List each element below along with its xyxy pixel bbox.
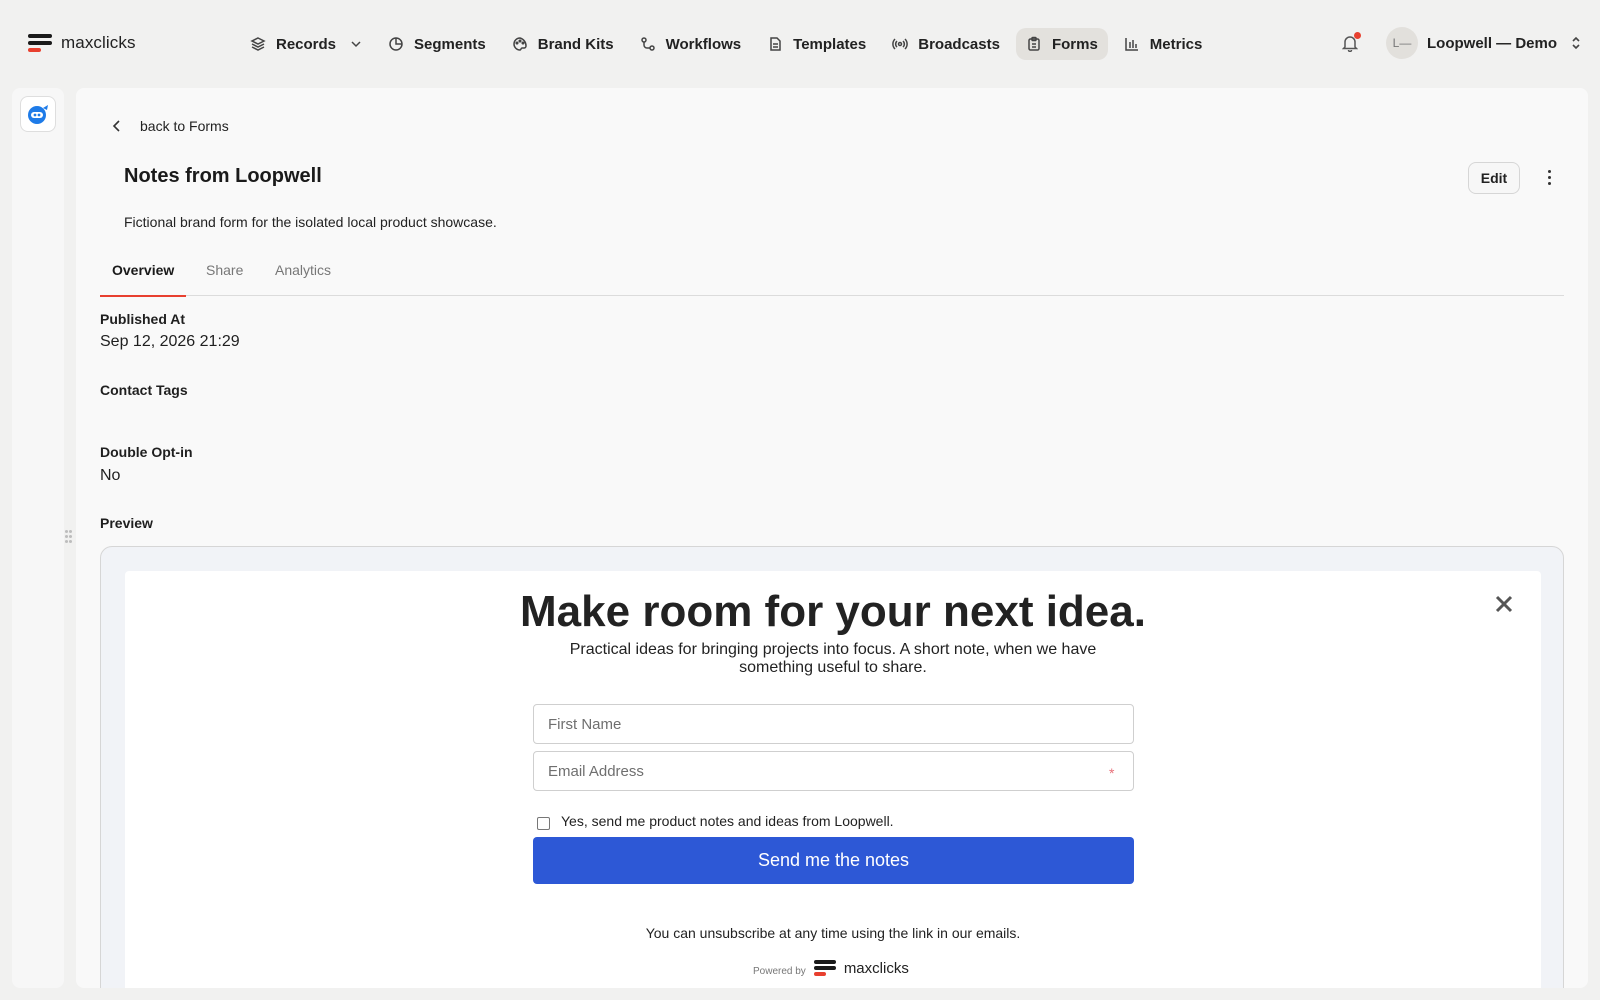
nav-workflows-label: Workflows	[665, 35, 742, 53]
nav-brand-kits[interactable]: Brand Kits	[502, 28, 624, 60]
email-field[interactable]	[533, 751, 1134, 791]
account-name: Loopwell — Demo	[1427, 34, 1558, 52]
nav-metrics-label: Metrics	[1149, 35, 1203, 53]
main-nav: Records Segments Brand Kits Workflows Te…	[240, 28, 1212, 60]
nav-segments-label: Segments	[414, 35, 486, 53]
document-icon	[770, 37, 781, 51]
nav-templates[interactable]: Templates	[757, 28, 876, 60]
powered-by-label: Powered by	[753, 965, 806, 977]
preview-label: Preview	[100, 515, 153, 531]
consent-checkbox[interactable]	[537, 817, 550, 830]
pie-icon	[389, 37, 403, 51]
tab-bar: Overview Share Analytics	[100, 256, 1564, 297]
avatar: L—	[1386, 27, 1418, 59]
preview-headline: Make room for your next idea.	[520, 587, 1146, 636]
form-preview-frame: Make room for your next idea. Practical …	[100, 546, 1564, 988]
tab-analytics[interactable]: Analytics	[275, 256, 331, 296]
chevron-down-icon	[351, 41, 361, 48]
tab-overview[interactable]: Overview	[100, 256, 187, 297]
required-asterisk: *	[1109, 765, 1115, 781]
powered-by-brand: maxclicks	[843, 959, 909, 977]
robot-mascot-icon	[28, 105, 48, 124]
nav-records[interactable]: Records	[240, 28, 372, 60]
back-label: back to Forms	[140, 118, 229, 134]
notifications-button[interactable]	[1341, 32, 1362, 54]
form-preview-card: Make room for your next idea. Practical …	[125, 571, 1541, 988]
maxclicks-logo-icon	[28, 33, 52, 53]
published-at-label: Published At	[100, 311, 186, 327]
left-rail	[12, 88, 64, 988]
page-title: Notes from Loopwell	[124, 165, 322, 187]
notification-dot	[1354, 32, 1361, 39]
layers-icon	[250, 37, 266, 51]
page-description: Fictional brand form for the isolated lo…	[124, 214, 497, 230]
bar-chart-icon	[1125, 38, 1138, 51]
resize-handle[interactable]	[65, 530, 73, 546]
back-to-forms-link[interactable]: back to Forms	[112, 118, 229, 134]
more-options-icon[interactable]	[1544, 167, 1556, 187]
chevron-left-icon	[112, 120, 120, 132]
double-optin-value: No	[100, 467, 121, 484]
broadcast-icon	[892, 38, 909, 50]
nav-broadcasts[interactable]: Broadcasts	[882, 28, 1010, 60]
tab-share[interactable]: Share	[206, 256, 243, 296]
top-nav-bar: maxclicks Records Segments Brand Kits Wo…	[0, 0, 1600, 88]
nav-segments[interactable]: Segments	[378, 28, 496, 60]
workflow-icon	[640, 37, 655, 51]
first-name-field[interactable]	[533, 704, 1134, 744]
submit-button[interactable]: Send me the notes	[533, 837, 1134, 884]
published-at-value: Sep 12, 2026 21:29	[100, 333, 240, 350]
powered-by-badge[interactable]: Powered by maxclicks	[753, 959, 909, 977]
double-optin-label: Double Opt-in	[100, 444, 193, 460]
unsubscribe-note: You can unsubscribe at any time using th…	[645, 925, 1021, 941]
clipboard-icon	[1028, 36, 1040, 51]
nav-metrics[interactable]: Metrics	[1114, 28, 1213, 60]
app-logo[interactable]: maxclicks	[28, 33, 136, 53]
edit-button[interactable]: Edit	[1468, 162, 1520, 194]
nav-broadcasts-label: Broadcasts	[918, 35, 1000, 53]
rail-app-button[interactable]	[20, 96, 56, 132]
nav-workflows[interactable]: Workflows	[630, 28, 752, 60]
nav-templates-label: Templates	[793, 35, 867, 53]
maxclicks-logo-icon	[813, 959, 836, 977]
nav-forms-label: Forms	[1051, 35, 1098, 53]
nav-brand-kits-label: Brand Kits	[537, 35, 614, 53]
consent-label: Yes, send me product notes and ideas fro…	[561, 813, 894, 829]
nav-forms[interactable]: Forms	[1015, 28, 1108, 60]
app-logo-text: maxclicks	[61, 33, 136, 52]
chevron-updown-icon	[1572, 36, 1580, 50]
preview-subtext: Practical ideas for bringing projects in…	[569, 641, 1097, 676]
palette-icon	[512, 37, 527, 51]
account-switcher[interactable]: L— Loopwell — Demo	[1386, 27, 1582, 59]
nav-records-label: Records	[276, 35, 337, 53]
contact-tags-label: Contact Tags	[100, 382, 188, 398]
main-panel: back to Forms Notes from Loopwell Edit F…	[76, 88, 1588, 988]
